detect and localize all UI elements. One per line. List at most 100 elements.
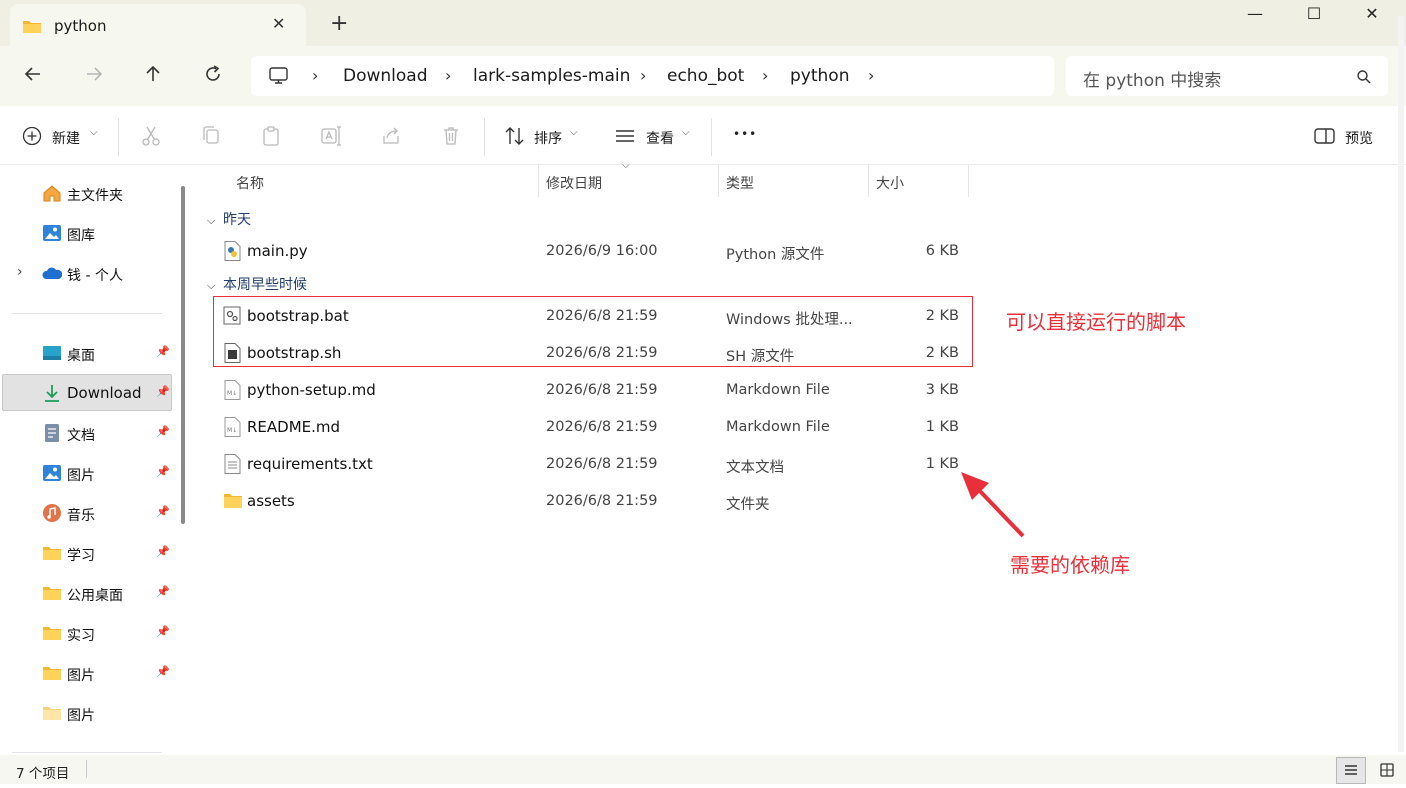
pin-icon: 📌 [156, 385, 170, 398]
refresh-icon[interactable] [198, 64, 228, 88]
folder-icon [43, 627, 61, 640]
copy-icon[interactable] [200, 124, 224, 148]
breadcrumb-separator[interactable]: › [762, 66, 768, 85]
home-icon [43, 185, 61, 202]
document-icon [45, 424, 59, 442]
breadcrumb-lark-samples-main[interactable]: lark-samples-main [473, 66, 630, 86]
view-lines-icon[interactable] [614, 124, 638, 148]
status-divider [86, 760, 87, 778]
collapse-chevron-icon[interactable]: ⌵ [207, 279, 223, 293]
tab-close-icon[interactable]: ✕ [272, 14, 285, 33]
search-icon[interactable] [1356, 69, 1372, 85]
rename-icon[interactable] [320, 124, 344, 148]
tiles-view-icon [1380, 763, 1394, 777]
pin-icon: 📌 [156, 585, 170, 598]
status-bar [0, 755, 1406, 784]
delete-trash-icon[interactable] [440, 124, 464, 148]
paste-icon[interactable] [260, 124, 284, 148]
onedrive-cloud-icon [42, 267, 62, 279]
folder-icon [224, 494, 242, 508]
share-icon[interactable] [380, 124, 404, 148]
preview-pane-icon[interactable] [1313, 124, 1337, 148]
column-divider[interactable] [718, 165, 719, 197]
annotation-highlight-box [213, 296, 973, 367]
column-divider[interactable] [868, 165, 869, 197]
column-header-name[interactable]: 名称 [236, 173, 264, 193]
group-header-this-week[interactable]: ⌵ 本周早些时候 [207, 274, 307, 294]
tab-title: python [54, 17, 107, 35]
group-header-yesterday[interactable]: ⌵ 昨天 [207, 209, 251, 229]
minimize-button[interactable]: — [1235, 4, 1275, 26]
maximize-button[interactable]: ☐ [1294, 4, 1334, 26]
column-divider[interactable] [968, 165, 969, 197]
breadcrumb-separator[interactable]: › [445, 66, 451, 85]
details-view-icon [1345, 765, 1357, 775]
desktop-icon [43, 346, 61, 360]
python-file-icon [224, 241, 241, 261]
more-options-icon[interactable]: ••• [733, 127, 757, 141]
breadcrumb-echo-bot[interactable]: echo_bot [667, 66, 744, 86]
search-placeholder[interactable]: 在 python 中搜索 [1083, 66, 1221, 91]
music-icon [43, 504, 61, 522]
breadcrumb-separator[interactable]: › [312, 66, 318, 85]
toolbar-divider [711, 118, 712, 156]
text-file-icon [224, 454, 241, 474]
pin-icon: 📌 [156, 425, 170, 438]
sidebar-divider [12, 752, 162, 753]
chevron-down-icon[interactable]: ⌵ [90, 127, 98, 138]
chevron-down-icon[interactable]: ⌵ [570, 127, 578, 138]
close-window-button[interactable]: ✕ [1352, 4, 1392, 26]
forward-arrow-icon[interactable] [79, 64, 109, 88]
folder-icon [23, 21, 41, 33]
svg-text:M↓: M↓ [227, 427, 237, 434]
toolbar-divider [118, 118, 119, 156]
pin-icon: 📌 [156, 505, 170, 518]
column-header-size[interactable]: 大小 [876, 173, 904, 193]
folder-icon [43, 667, 61, 680]
folder-icon [43, 587, 61, 600]
sidebar-divider [12, 313, 162, 314]
pin-icon: 📌 [156, 345, 170, 358]
pin-icon: 📌 [156, 465, 170, 478]
folder-icon [43, 707, 61, 720]
preview-button[interactable]: 预览 [1345, 128, 1373, 148]
markdown-file-icon: M↓ [224, 380, 241, 400]
column-header-date[interactable]: 修改日期 [546, 173, 602, 193]
sidebar-scrollbar[interactable] [181, 186, 185, 524]
folder-icon [43, 547, 61, 560]
annotation-deps-note: 需要的依赖库 [1010, 553, 1130, 577]
sort-button[interactable]: 排序 [534, 128, 562, 148]
breadcrumb-python[interactable]: python [790, 66, 849, 86]
column-header-type[interactable]: 类型 [726, 173, 754, 193]
gallery-icon [43, 225, 61, 241]
breadcrumb-download[interactable]: Download [343, 66, 428, 86]
this-pc-icon[interactable] [268, 66, 290, 86]
pin-icon: 📌 [156, 545, 170, 558]
cut-icon[interactable] [140, 124, 164, 148]
sort-icon[interactable] [503, 124, 527, 148]
sort-chevron-icon: ⌵ [622, 160, 630, 171]
pin-icon: 📌 [156, 625, 170, 638]
download-icon [45, 385, 59, 402]
chevron-down-icon[interactable]: ⌵ [682, 127, 690, 138]
item-count: 7 个项目 [16, 766, 70, 782]
content-scrollbar[interactable] [1398, 16, 1404, 752]
breadcrumb-separator[interactable]: › [640, 66, 646, 85]
collapse-chevron-icon[interactable]: ⌵ [207, 214, 223, 228]
new-tab-button[interactable]: + [330, 13, 348, 35]
annotation-arrow-icon [961, 472, 1025, 538]
details-view-button[interactable] [1336, 757, 1366, 784]
svg-text:M↓: M↓ [227, 390, 237, 397]
tiles-view-button[interactable] [1372, 757, 1402, 784]
new-plus-icon[interactable] [21, 124, 45, 148]
markdown-file-icon: M↓ [224, 417, 241, 437]
pin-icon: 📌 [156, 665, 170, 678]
new-button[interactable]: 新建 [52, 128, 80, 148]
view-button[interactable]: 查看 [646, 128, 674, 148]
expand-chevron-icon[interactable]: › [17, 264, 23, 280]
annotation-scripts-note: 可以直接运行的脚本 [1006, 310, 1186, 334]
column-divider[interactable] [538, 165, 539, 197]
up-arrow-icon[interactable] [138, 64, 168, 88]
breadcrumb-separator[interactable]: › [868, 66, 874, 85]
back-arrow-icon[interactable] [18, 64, 48, 88]
